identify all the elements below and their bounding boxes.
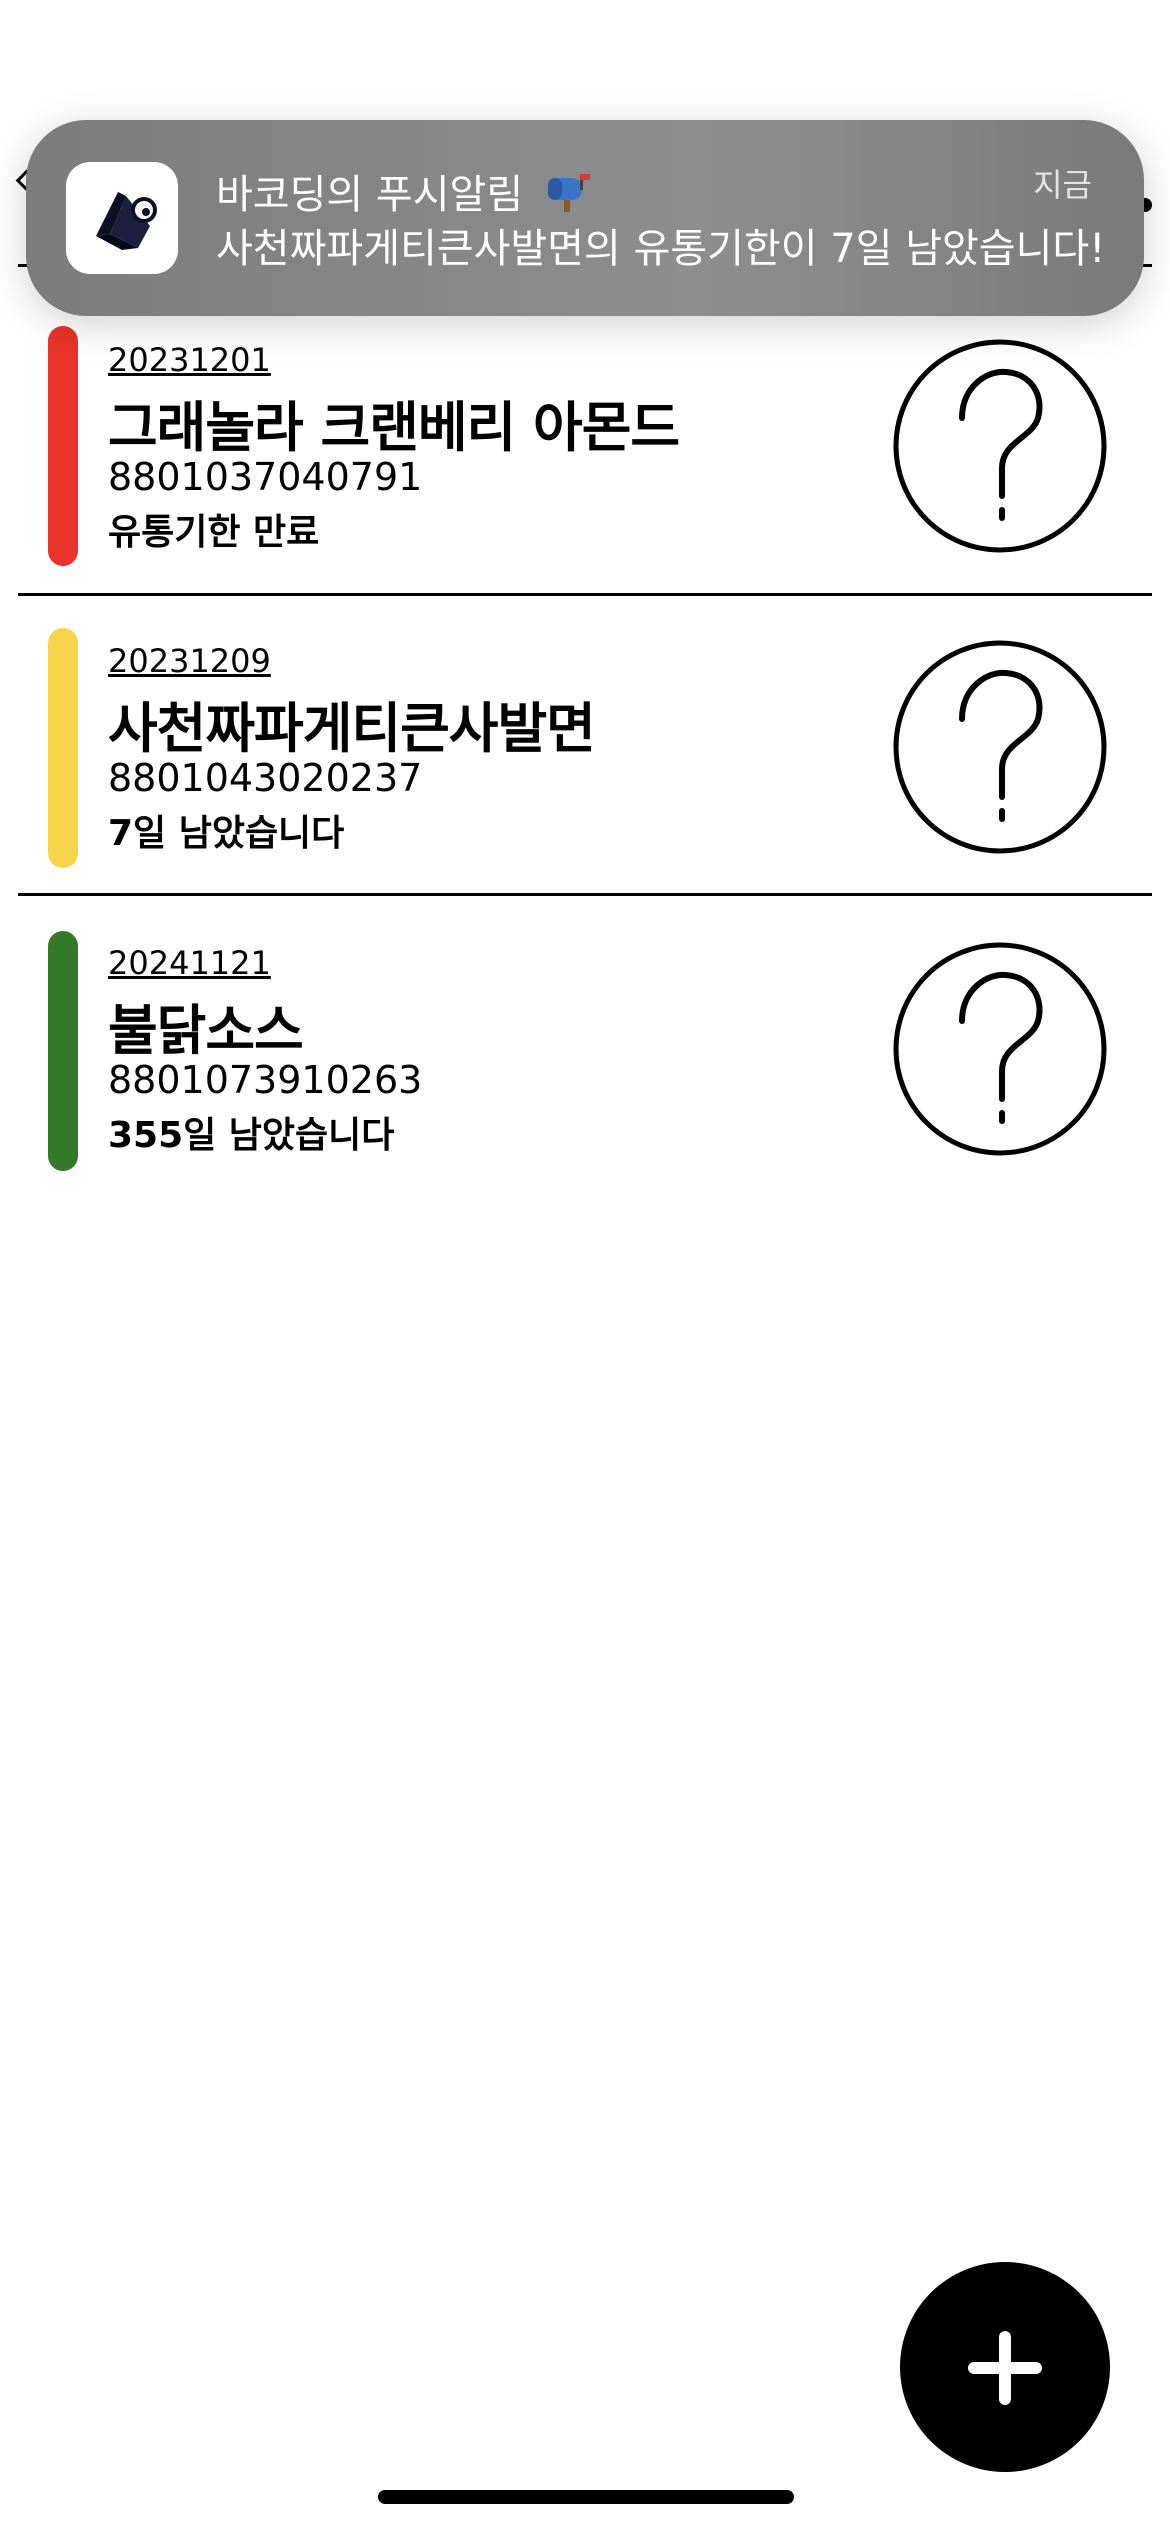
- question-mark-icon[interactable]: [892, 941, 1108, 1157]
- product-row[interactable]: 20231209 사천짜파게티큰사발면 8801043020237 7일 남았습…: [0, 596, 1170, 896]
- expiry-status-bar: [48, 628, 78, 868]
- product-date: 20231209: [108, 642, 271, 680]
- product-date: 20231201: [108, 341, 271, 379]
- question-mark-icon[interactable]: [892, 338, 1108, 554]
- app-screen: 20231201 그래놀라 크랜베리 아몬드 8801037040791 유통기…: [0, 0, 1170, 2532]
- product-row[interactable]: 20241121 불닭소스 8801073910263 355일 남았습니다: [0, 896, 1170, 1196]
- mailbox-icon: [544, 172, 592, 222]
- notification-message: 사천짜파게티큰사발면의 유통기한이 7일 남았습니다!: [216, 226, 1106, 272]
- add-product-button[interactable]: [900, 2262, 1110, 2472]
- product-name: 불닭소스: [108, 999, 304, 1062]
- notification-app-name: 바코딩의 푸시알림: [216, 172, 524, 218]
- product-barcode: 8801043020237: [108, 756, 423, 800]
- product-barcode: 8801037040791: [108, 455, 423, 499]
- question-mark-icon[interactable]: [892, 639, 1108, 855]
- push-notification-banner[interactable]: 바코딩의 푸시알림 사천짜파게티큰사발면의 유통기한이 7일 남았습니다! 지금: [26, 120, 1144, 316]
- product-name: 그래놀라 크랜베리 아몬드: [108, 396, 680, 459]
- product-barcode: 8801073910263: [108, 1058, 423, 1102]
- app-icon: [66, 162, 178, 274]
- product-name: 사천짜파게티큰사발면: [108, 697, 596, 760]
- home-indicator[interactable]: [378, 2490, 794, 2504]
- notification-time: 지금: [1033, 166, 1092, 204]
- expiry-status-bar: [48, 326, 78, 566]
- barcoding-logo-icon: [96, 192, 157, 250]
- expiry-status-text: 355일 남았습니다: [108, 1115, 395, 1156]
- product-row[interactable]: 20231201 그래놀라 크랜베리 아몬드 8801037040791 유통기…: [0, 267, 1170, 597]
- product-date: 20241121: [108, 944, 271, 982]
- notification-title: 바코딩의 푸시알림: [216, 162, 592, 222]
- plus-icon-vertical: [999, 2331, 1011, 2405]
- expiry-status-text: 7일 남았습니다: [108, 813, 345, 854]
- expiry-status-text: 유통기한 만료: [108, 512, 320, 553]
- expiry-status-bar: [48, 931, 78, 1171]
